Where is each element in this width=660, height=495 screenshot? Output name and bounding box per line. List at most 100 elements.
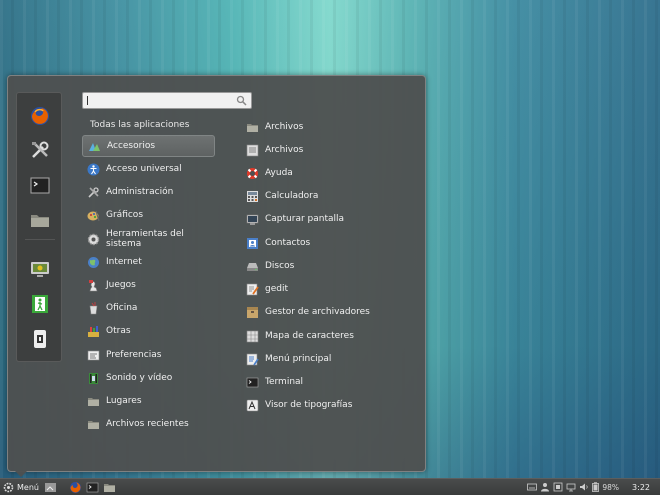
favorite-shutdown[interactable]: [29, 328, 51, 350]
favorite-firefox[interactable]: [29, 105, 51, 127]
app-calculadora[interactable]: Calculadora: [242, 185, 412, 207]
gedit-icon: [246, 283, 259, 296]
category-label: Archivos recientes: [106, 419, 189, 429]
app-menu-principal[interactable]: Menú principal: [242, 348, 412, 370]
network-icon[interactable]: [566, 482, 576, 492]
preferences-icon: [87, 349, 100, 362]
screenshot-icon: [246, 213, 259, 226]
notifications-icon[interactable]: [553, 482, 563, 492]
bottom-panel: Menú 98% 3:22: [0, 478, 660, 495]
disks-icon: [246, 260, 259, 273]
app-gestor-de-archivadores[interactable]: Gestor de archivadores: [242, 301, 412, 323]
clock[interactable]: 3:22: [632, 483, 650, 492]
favorite-terminal[interactable]: [29, 175, 51, 197]
app-mapa-de-caracteres[interactable]: Mapa de caracteres: [242, 325, 412, 347]
category-otras[interactable]: Otras: [82, 320, 215, 342]
category-preferencias[interactable]: Preferencias: [82, 344, 215, 366]
category-accesorios[interactable]: Accesorios: [82, 135, 215, 157]
favorite-system-settings[interactable]: [29, 139, 51, 161]
other-icon: [87, 325, 100, 338]
category-label: Acceso universal: [106, 164, 182, 174]
files-folder-icon: [31, 215, 49, 227]
font-viewer-icon: [246, 399, 259, 412]
app-label: Archivos: [265, 122, 304, 132]
app-discos[interactable]: Discos: [242, 255, 412, 277]
favorite-files[interactable]: [29, 209, 51, 231]
category-label: Internet: [106, 257, 142, 267]
menu-gear-icon: [3, 482, 14, 492]
search-input[interactable]: [82, 92, 252, 109]
app-ayuda[interactable]: Ayuda: [242, 162, 412, 184]
launcher-terminal[interactable]: [86, 481, 99, 494]
category-internet[interactable]: Internet: [82, 251, 215, 273]
archive-icon: [246, 144, 259, 157]
firefox-icon: [31, 107, 49, 125]
administration-icon: [87, 186, 100, 199]
main-menu-icon: [246, 353, 259, 366]
app-terminal[interactable]: Terminal: [242, 371, 412, 393]
app-contactos[interactable]: Contactos: [242, 232, 412, 254]
battery-percentage: 98%: [602, 482, 620, 492]
category-sonido-y-video[interactable]: Sonido y vídeo: [82, 367, 215, 389]
app-visor-de-tipografias[interactable]: Visor de tipografías: [242, 394, 412, 416]
app-label: gedit: [265, 284, 288, 294]
app-label: Menú principal: [265, 354, 332, 364]
accessories-icon: [88, 140, 101, 153]
category-juegos[interactable]: Juegos: [82, 274, 215, 296]
app-gedit[interactable]: gedit: [242, 278, 412, 300]
app-label: Archivos: [265, 145, 304, 155]
favorites-sidebar: [16, 92, 62, 362]
lock-screen-icon: [31, 262, 49, 277]
launcher-files[interactable]: [103, 481, 116, 494]
games-icon: [87, 279, 100, 292]
battery-icon[interactable]: [592, 482, 600, 492]
app-label: Ayuda: [265, 168, 293, 178]
recent-files-folder-icon: [87, 418, 100, 431]
universal-access-icon: [87, 163, 100, 176]
menu-label: Menú: [17, 482, 39, 492]
internet-icon: [87, 256, 100, 269]
category-herramientas-del-sistema[interactable]: Herramientas del sistema: [82, 228, 215, 250]
app-capturar-pantalla[interactable]: Capturar pantalla: [242, 208, 412, 230]
help-lifebuoy-icon: [246, 167, 259, 180]
terminal-icon: [246, 376, 259, 389]
keyboard-icon[interactable]: [527, 482, 538, 492]
menu-button[interactable]: Menú: [0, 479, 42, 495]
app-label: Discos: [265, 261, 295, 271]
system-tools-icon: [87, 233, 100, 246]
text-caret: [87, 96, 88, 105]
category-administracion[interactable]: Administración: [82, 181, 215, 203]
graphics-icon: [87, 209, 100, 222]
user-icon[interactable]: [540, 482, 550, 492]
show-desktop-button[interactable]: [44, 481, 57, 494]
firefox-icon: [70, 481, 81, 493]
app-label: Mapa de caracteres: [265, 331, 354, 341]
all-applications-category[interactable]: Todas las aplicaciones: [90, 120, 189, 130]
launcher-firefox[interactable]: [69, 481, 82, 494]
category-acceso-universal[interactable]: Acceso universal: [82, 158, 215, 180]
category-lugares[interactable]: Lugares: [82, 390, 215, 412]
category-archivos-recientes[interactable]: Archivos recientes: [82, 413, 215, 435]
favorites-separator: [25, 239, 55, 240]
app-label: Contactos: [265, 238, 311, 248]
app-label: Capturar pantalla: [265, 214, 345, 224]
category-label: Otras: [106, 326, 131, 336]
places-folder-icon: [87, 395, 100, 408]
category-label: Lugares: [106, 396, 142, 406]
favorite-logout[interactable]: [29, 293, 51, 315]
sound-video-icon: [87, 372, 100, 385]
favorite-lock-screen[interactable]: [29, 258, 51, 280]
category-oficina[interactable]: Oficina: [82, 297, 215, 319]
category-label: Accesorios: [107, 141, 156, 151]
category-graficos[interactable]: Gráficos: [82, 204, 215, 226]
category-label: Juegos: [106, 280, 136, 290]
volume-icon[interactable]: [579, 482, 589, 492]
app-archivos-files[interactable]: Archivos: [242, 116, 412, 138]
category-label: Herramientas del sistema: [106, 229, 184, 249]
terminal-icon: [30, 177, 50, 194]
app-archivos-archive[interactable]: Archivos: [242, 139, 412, 161]
app-label: Calculadora: [265, 191, 319, 201]
category-label: Preferencias: [106, 350, 162, 360]
system-settings-icon: [32, 141, 49, 158]
system-tray: 98% 3:22: [527, 479, 660, 495]
